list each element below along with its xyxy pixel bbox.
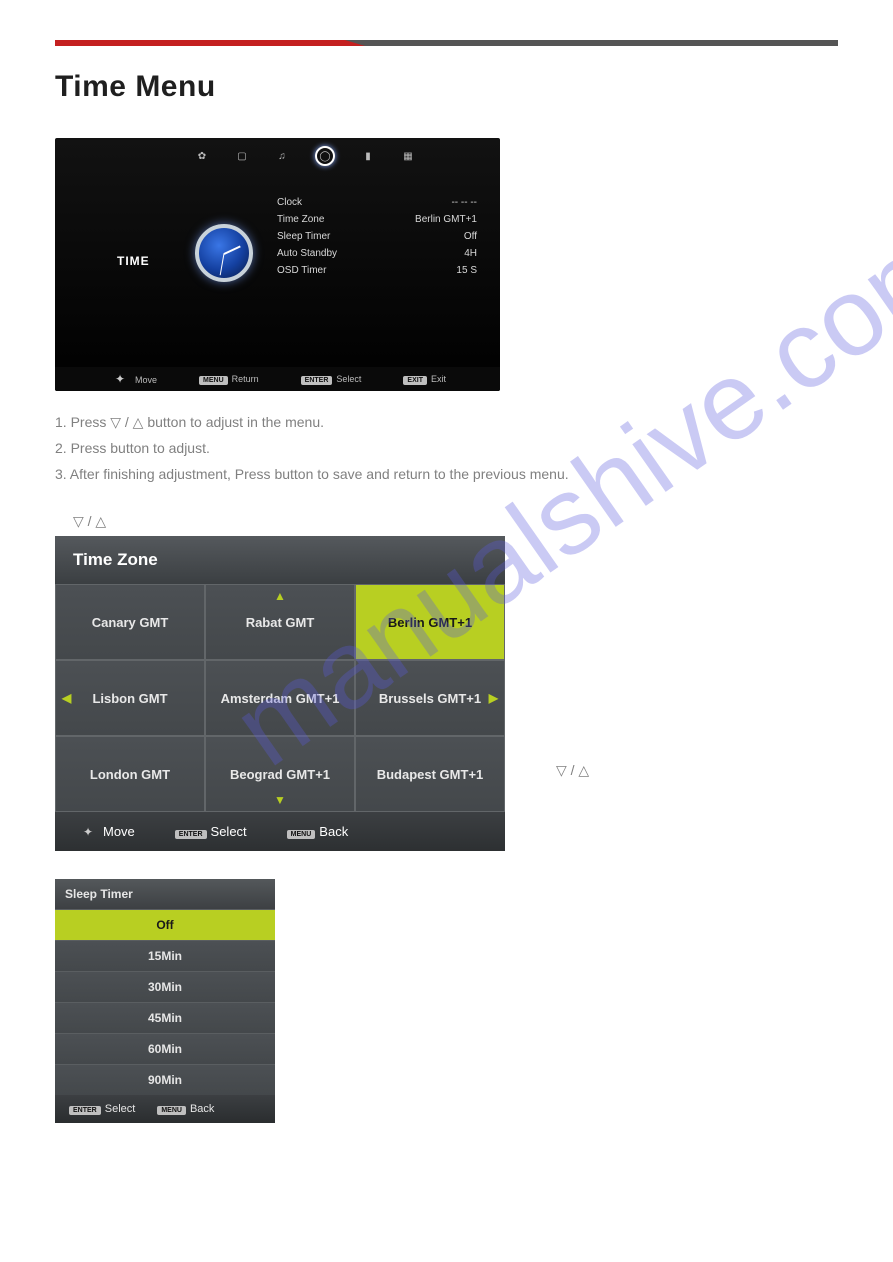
- tz-hint-back: MENUBack: [287, 824, 349, 839]
- instruction-2: 2. Press button to adjust.: [55, 435, 838, 461]
- osd-footer: Move MENUReturn ENTERSelect EXITExit: [55, 367, 500, 391]
- move-icon: [83, 824, 97, 838]
- row-timezone: Time ZoneBerlin GMT+1: [277, 211, 477, 228]
- triangle-down-icon: ▼: [274, 793, 286, 807]
- time-settings-list: Clock-- -- -- Time ZoneBerlin GMT+1 Slee…: [277, 194, 477, 279]
- arrows-note: ▽ / △: [73, 513, 838, 530]
- sleep-footer: ENTERSelect MENUBack: [55, 1095, 275, 1123]
- instruction-1: 1. Press ▽ / △ button to adjust in the m…: [55, 409, 838, 435]
- triangle-up-icon: ▲: [274, 589, 286, 603]
- hint-select: ENTERSelect: [301, 374, 362, 384]
- row-clock: Clock-- -- --: [277, 194, 477, 211]
- timezone-grid: Canary GMT ▲Rabat GMT Berlin GMT+1 ◀Lisb…: [55, 584, 505, 812]
- sleep-timer-screenshot: Sleep Timer Off 15Min 30Min 45Min 60Min …: [55, 879, 275, 1123]
- clock-icon: ◯: [315, 146, 335, 166]
- timezone-screenshot: Time Zone Canary GMT ▲Rabat GMT Berlin G…: [55, 536, 505, 851]
- tz-cell-canary: Canary GMT: [55, 584, 205, 660]
- hint-move: Move: [115, 372, 157, 386]
- header-rule: [55, 40, 838, 46]
- row-osd-timer: OSD Timer15 S: [277, 262, 477, 279]
- row-sleep-timer: Sleep TimerOff: [277, 228, 477, 245]
- tz-cell-amsterdam: Amsterdam GMT+1: [205, 660, 355, 736]
- page-title: Time Menu: [55, 70, 838, 104]
- move-icon: [115, 372, 129, 386]
- lock-icon: ▮: [361, 149, 375, 163]
- tz-cell-berlin-selected: Berlin GMT+1: [355, 584, 505, 660]
- tz-cell-brussels: Brussels GMT+1▶: [355, 660, 505, 736]
- time-side-label: TIME: [117, 254, 150, 268]
- sleep-option-45: 45Min: [55, 1002, 275, 1033]
- tz-hint-move: Move: [83, 824, 135, 839]
- hint-return: MENUReturn: [199, 374, 259, 384]
- sleep-option-90: 90Min: [55, 1064, 275, 1095]
- sleep-option-15: 15Min: [55, 940, 275, 971]
- hint-exit: EXITExit: [403, 374, 446, 384]
- sleep-option-30: 30Min: [55, 971, 275, 1002]
- side-arrows-note: ▽ / △: [556, 762, 589, 779]
- timezone-footer: Move ENTERSelect MENUBack: [55, 812, 505, 851]
- tz-hint-select: ENTERSelect: [175, 824, 247, 839]
- sleep-option-60: 60Min: [55, 1033, 275, 1064]
- timezone-title: Time Zone: [55, 536, 505, 584]
- time-menu-screenshot: ✿ ▢ ♫ ◯ ▮ ▦ TIME Clock-- -- -- Time Zone…: [55, 138, 500, 391]
- clock-illustration: [195, 224, 253, 282]
- sleep-hint-back: MENUBack: [157, 1103, 214, 1115]
- tz-cell-rabat: ▲Rabat GMT: [205, 584, 355, 660]
- tz-cell-budapest: Budapest GMT+1: [355, 736, 505, 812]
- instructions-block: 1. Press ▽ / △ button to adjust in the m…: [55, 409, 838, 487]
- row-auto-standby: Auto Standby4H: [277, 245, 477, 262]
- sleep-hint-select: ENTERSelect: [69, 1103, 135, 1115]
- sleep-timer-title: Sleep Timer: [55, 879, 275, 909]
- osd-tab-bar: ✿ ▢ ♫ ◯ ▮ ▦: [195, 146, 415, 166]
- instruction-3: 3. After finishing adjustment, Press but…: [55, 461, 838, 487]
- tz-cell-beograd: Beograd GMT+1▼: [205, 736, 355, 812]
- tz-cell-london: London GMT: [55, 736, 205, 812]
- note-icon: ♫: [275, 149, 289, 163]
- gear-icon: ✿: [195, 149, 209, 163]
- grid-icon: ▦: [401, 149, 415, 163]
- sleep-option-off: Off: [55, 909, 275, 940]
- triangle-right-icon: ▶: [489, 691, 498, 705]
- triangle-left-icon: ◀: [62, 691, 71, 705]
- tz-cell-lisbon: ◀Lisbon GMT: [55, 660, 205, 736]
- monitor-icon: ▢: [235, 149, 249, 163]
